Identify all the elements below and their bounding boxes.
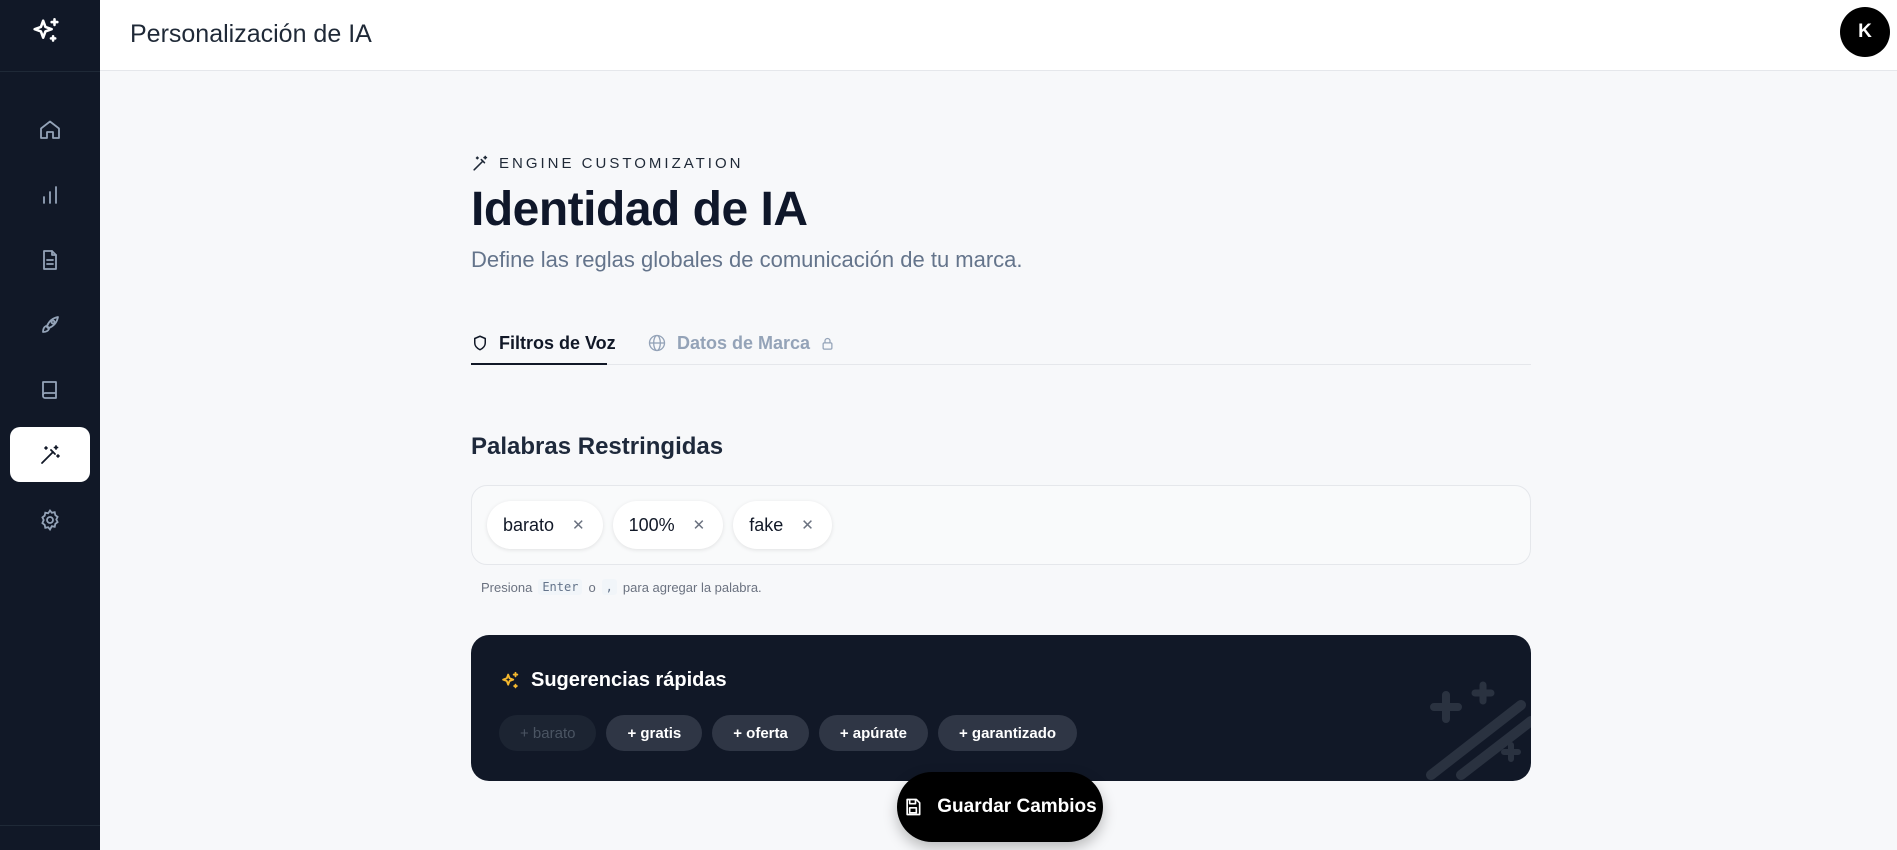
magic-wand-icon	[41, 444, 60, 464]
sidebar-item-home[interactable]	[10, 102, 90, 157]
section-title: Palabras Restringidas	[471, 433, 724, 460]
sparkle-logo-icon[interactable]	[28, 14, 64, 50]
globe-icon	[648, 334, 666, 352]
hint-key-enter: Enter	[538, 579, 583, 595]
sidebar-item-library[interactable]	[10, 362, 90, 417]
bar-chart-icon	[43, 185, 57, 204]
tag-chip: fake ✕	[733, 501, 832, 549]
close-icon[interactable]: ✕	[693, 516, 706, 534]
hint-text: o	[588, 579, 596, 595]
magic-wand-icon	[473, 155, 488, 171]
sidebar-item-launch[interactable]	[10, 297, 90, 352]
tab-label: Datos de Marca	[677, 332, 811, 353]
sparkle-icon	[502, 671, 519, 688]
active-tab-indicator	[471, 363, 607, 365]
hint-text: para agregar la palabra.	[622, 579, 762, 595]
sidebar-item-settings[interactable]	[10, 492, 90, 547]
tab-bar: Filtros de Voz Datos de Marca	[471, 325, 1531, 365]
main-content: ENGINE CUSTOMIZATION Identidad de IA Def…	[471, 150, 1531, 781]
eyebrow-label: ENGINE CUSTOMIZATION	[499, 154, 744, 172]
tag-chip: barato ✕	[487, 501, 603, 549]
suggestion-chip[interactable]: + oferta	[712, 715, 809, 751]
close-icon[interactable]: ✕	[801, 516, 814, 534]
save-button-label: Guardar Cambios	[937, 796, 1097, 817]
sidebar-item-ai-customization[interactable]	[10, 427, 90, 482]
suggestion-chips: + barato + gratis + oferta + apúrate + g…	[499, 715, 1078, 751]
suggestion-chip[interactable]: + gratis	[606, 715, 703, 751]
sidebar-item-analytics[interactable]	[10, 167, 90, 222]
home-icon	[40, 120, 60, 139]
shield-icon	[474, 335, 486, 351]
magic-decoration-icon	[1426, 681, 1531, 780]
suggestion-chip[interactable]: + apúrate	[818, 715, 928, 751]
sidebar-item-documents[interactable]	[10, 232, 90, 287]
tab-voice-filters[interactable]: Filtros de Voz	[471, 325, 616, 365]
restricted-words-input[interactable]: barato ✕ 100% ✕ fake ✕	[471, 485, 1531, 565]
sidebar-divider	[0, 71, 100, 72]
save-icon	[906, 798, 921, 816]
suggestion-chip: + barato	[499, 715, 597, 751]
top-bar: Personalización de IA K	[100, 0, 1897, 71]
suggestion-chip[interactable]: + garantizado	[937, 715, 1078, 751]
close-icon[interactable]: ✕	[572, 516, 585, 534]
suggestions-title: Sugerencias rápidas	[531, 669, 727, 691]
subtitle: Define las reglas globales de comunicaci…	[471, 247, 1023, 272]
tag-label: barato	[503, 514, 555, 535]
sidebar	[0, 0, 100, 850]
input-hint: Presiona Enter o , para agregar la palab…	[481, 579, 1531, 595]
rocket-icon	[42, 315, 59, 333]
hint-key-comma: ,	[601, 579, 617, 595]
document-icon	[43, 249, 57, 270]
suggestions-header: Sugerencias rápidas	[499, 669, 727, 692]
avatar[interactable]: K	[1840, 7, 1890, 57]
gear-icon	[41, 508, 59, 531]
save-button[interactable]: Guardar Cambios	[897, 772, 1103, 842]
page-title: Personalización de IA	[130, 20, 372, 48]
tag-label: 100%	[628, 514, 675, 535]
tab-brand-data[interactable]: Datos de Marca	[647, 325, 835, 361]
tab-label: Filtros de Voz	[499, 332, 616, 353]
eyebrow: ENGINE CUSTOMIZATION	[471, 150, 1531, 176]
tag-label: fake	[749, 514, 784, 535]
sidebar-divider-bottom	[0, 825, 100, 826]
tag-chip: 100% ✕	[612, 501, 724, 549]
quick-suggestions-card: Sugerencias rápidas + barato + gratis + …	[471, 635, 1531, 781]
lock-icon	[822, 337, 833, 350]
hint-text: Presiona	[481, 579, 533, 595]
book-icon	[42, 380, 57, 399]
heading: Identidad de IA	[471, 183, 808, 236]
